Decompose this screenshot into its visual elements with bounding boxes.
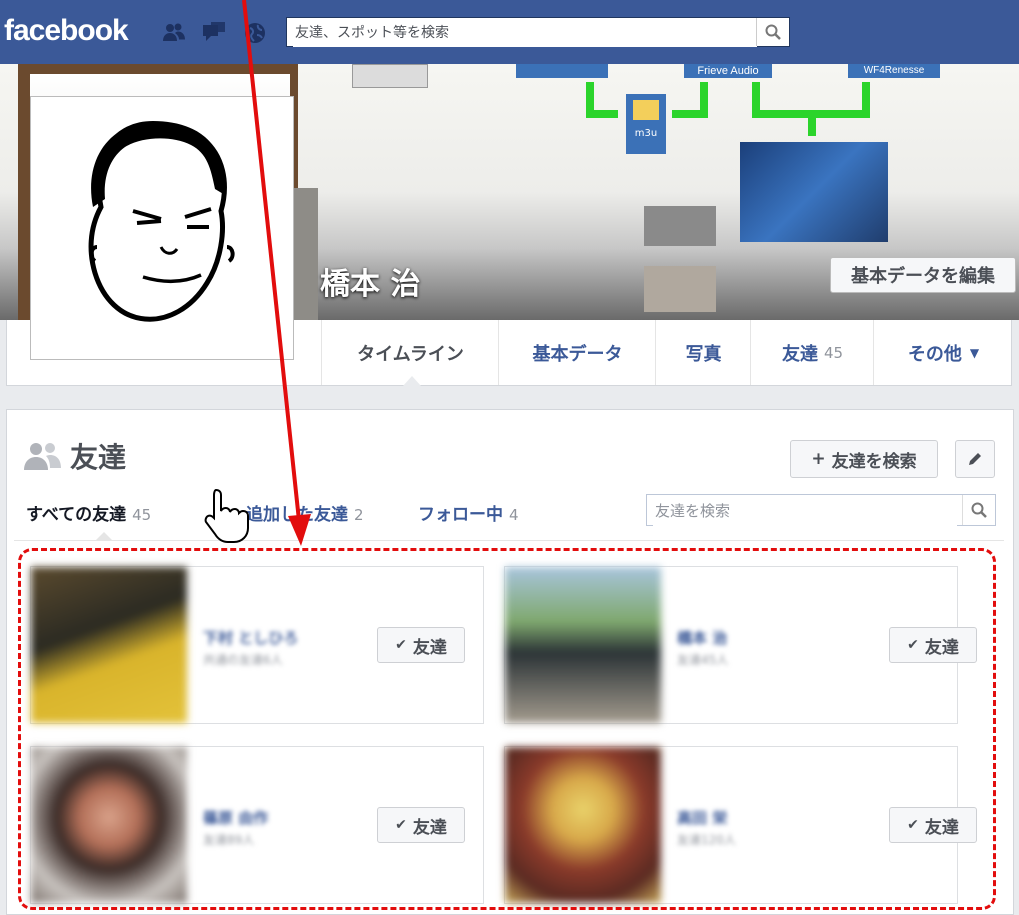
tab-friends[interactable]: 友達 45 (750, 320, 874, 385)
flow-box (516, 64, 608, 78)
tab-about[interactable]: 基本データ (498, 320, 656, 385)
flow-box-wf: WF4Renesse (848, 64, 940, 78)
global-search-input[interactable] (293, 19, 757, 47)
friend-subtext: 友達89人 (203, 833, 255, 847)
folder-icon: m3u (626, 94, 666, 154)
edit-pencil-button[interactable] (955, 440, 995, 478)
friend-photo[interactable] (31, 567, 187, 723)
messages-icon[interactable] (202, 22, 225, 42)
active-filter-indicator (96, 532, 112, 540)
active-tab-indicator (403, 376, 421, 386)
profile-picture[interactable] (30, 96, 294, 360)
filter-following[interactable]: フォロー中 4 (418, 500, 519, 525)
avatar-drawing (88, 121, 235, 322)
global-search-box[interactable] (286, 17, 790, 47)
friend-status-button[interactable]: ✔ 友達 (377, 807, 465, 843)
friends-section-icon (24, 440, 62, 474)
friend-name[interactable]: 橋本 治 (677, 627, 727, 648)
pencil-icon (969, 453, 981, 465)
facebook-logo[interactable]: facebook (4, 14, 129, 48)
friend-status-button[interactable]: ✔ 友達 (889, 807, 977, 843)
notifications-globe-icon[interactable] (244, 22, 266, 43)
filter-all-friends[interactable]: すべての友達 45 (26, 500, 151, 525)
friend-card: 下村 としひろ 共通の友達6人 ✔ 友達 (30, 566, 484, 724)
filter-divider (14, 540, 1004, 541)
flow-box-frieve: Frieve Audio (684, 64, 772, 78)
friends-section-title: 友達 (70, 441, 127, 474)
friend-name[interactable]: 高田 栄 (677, 807, 727, 828)
friend-subtext: 友達120人 (677, 833, 736, 847)
device-image (352, 64, 428, 88)
friend-name[interactable]: 篠原 由作 (203, 807, 268, 828)
chevron-down-icon: ▼ (969, 345, 980, 360)
friends-icon[interactable] (162, 22, 185, 42)
friend-photo[interactable] (505, 747, 661, 903)
search-icon[interactable] (756, 18, 789, 46)
friend-name[interactable]: 下村 としひろ (203, 627, 298, 648)
drive-image (644, 206, 716, 246)
tab-photos[interactable]: 写真 (655, 320, 751, 385)
friends-search-input[interactable] (653, 496, 957, 526)
friend-photo[interactable] (505, 567, 661, 723)
pointer-hand-icon (202, 488, 250, 550)
profile-name[interactable]: 橋本 治 (320, 259, 420, 303)
plus-icon: + (811, 449, 826, 469)
friend-card: 橋本 治 友達45人 ✔ 友達 (504, 566, 977, 724)
edit-profile-button[interactable]: 基本データを編集 (830, 257, 1016, 293)
find-friends-button[interactable]: + 友達を検索 (790, 440, 938, 478)
friends-search-box[interactable] (646, 494, 996, 526)
friend-card: 篠原 由作 友達89人 ✔ 友達 (30, 746, 484, 904)
sound-card-image (740, 142, 888, 242)
tab-more[interactable]: その他 ▼ (873, 320, 1013, 385)
check-icon: ✔ (395, 817, 407, 833)
friend-subtext: 友達45人 (677, 653, 729, 667)
friend-card: 高田 栄 友達120人 ✔ 友達 (504, 746, 977, 904)
top-navigation-bar: facebook (0, 0, 1019, 65)
friend-status-button[interactable]: ✔ 友達 (377, 627, 465, 663)
friend-photo[interactable] (31, 747, 187, 903)
friend-subtext: 共通の友達6人 (203, 653, 283, 667)
filter-recently-added[interactable]: 追加した友達 2 (246, 500, 364, 525)
check-icon: ✔ (395, 637, 407, 653)
drive-image (644, 266, 716, 312)
check-icon: ✔ (907, 637, 919, 653)
search-icon[interactable] (962, 495, 995, 525)
friend-status-button[interactable]: ✔ 友達 (889, 627, 977, 663)
friends-count: 45 (823, 343, 844, 362)
check-icon: ✔ (907, 817, 919, 833)
